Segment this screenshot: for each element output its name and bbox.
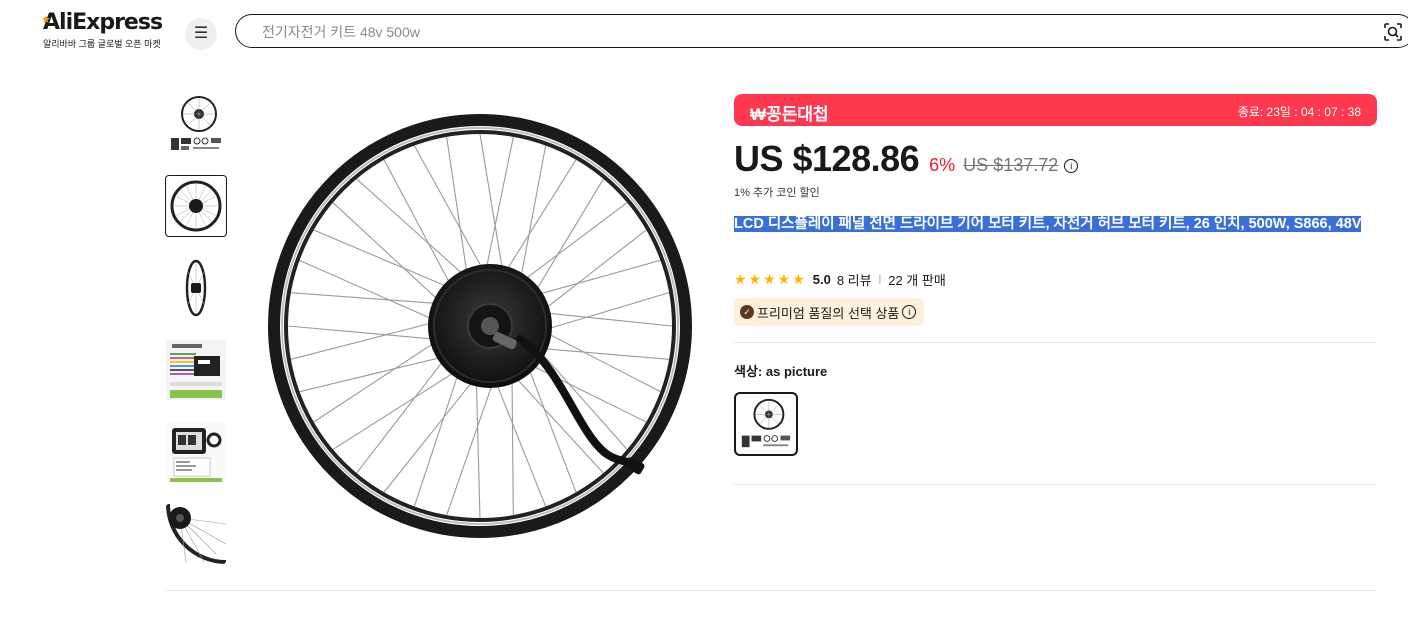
product-title-text: LCD 디스플레이 패널 전면 드라이브 기어 모터 키트, 자전거 허브 모터… [734,216,1362,232]
logo-star-icon: ★ [41,13,51,26]
promo-countdown: 종료: 23일 : 04 : 07 : 38 [1237,105,1361,119]
page-divider [165,590,1377,591]
section-divider [734,342,1377,343]
thumbnail-wheel-kit-set[interactable] [165,93,227,155]
color-option-label: 색상: as picture [734,361,827,380]
color-value: as picture [765,364,828,379]
thumbnail-controller[interactable] [165,339,227,401]
thumbnail-wheel-front[interactable] [165,175,227,237]
current-price: US $128.86 [734,138,920,179]
badge-info-icon[interactable]: i [902,305,917,319]
discount-percent: 6% [929,155,956,175]
divider-bar: | [878,273,882,285]
search-bar [235,14,1408,48]
menu-button[interactable]: ☰ [185,18,217,50]
search-input[interactable] [260,21,1264,43]
check-badge-icon: ✓ [740,305,754,319]
choice-badge-label: 프리미엄 품질의 선택 상품 [757,305,900,321]
main-product-image[interactable] [268,103,698,553]
rating-score: 5.0 [812,271,831,287]
aliexpress-logo[interactable]: ★ AliExpress 알리바바 그룹 글로벌 오픈 마켓 [41,10,173,50]
thumbnail-wheel-side[interactable] [165,257,227,319]
star-rating-icon: ★★★★★ [734,270,807,287]
choice-badge[interactable]: ✓ 프리미엄 품질의 선택 상품 i [734,298,925,326]
hamburger-icon: ☰ [193,25,209,42]
coin-discount-note: 1% 추가 코인 할인 [734,187,820,199]
section-divider-2 [734,484,1377,485]
logo-subtitle: 알리바바 그룹 글로벌 오픈 마켓 [43,39,161,49]
original-price: US $137.72 [963,155,1059,175]
thumbnail-list [165,93,231,585]
review-count-link[interactable]: 8 리뷰 [837,270,872,289]
promo-title: ₩꽁돈대첩 [750,105,829,124]
color-swatch-as-picture[interactable] [734,392,798,456]
price-row: US $128.86 6% US $137.72 i [734,138,1079,182]
logo-text: AliExpress [43,10,163,35]
site-header: ★ AliExpress 알리바바 그룹 글로벌 오픈 마켓 ☰ [0,0,1408,64]
promo-banner[interactable]: ₩꽁돈대첩 종료: 23일 : 04 : 07 : 38 [734,94,1377,126]
sold-count: 22 개 판매 [888,272,946,288]
rating-row: ★★★★★ 5.0 8 리뷰 | 22 개 판매 [734,270,946,288]
price-info-icon[interactable]: i [1064,159,1079,173]
color-label: 색상: [734,364,763,379]
thumbnail-wheel-closeup[interactable] [165,503,227,565]
thumbnail-lcd-display[interactable] [165,421,227,483]
product-title: LCD 디스플레이 패널 전면 드라이브 기어 모터 키트, 자전거 허브 모터… [734,215,1374,234]
image-search-icon[interactable] [1383,22,1403,42]
